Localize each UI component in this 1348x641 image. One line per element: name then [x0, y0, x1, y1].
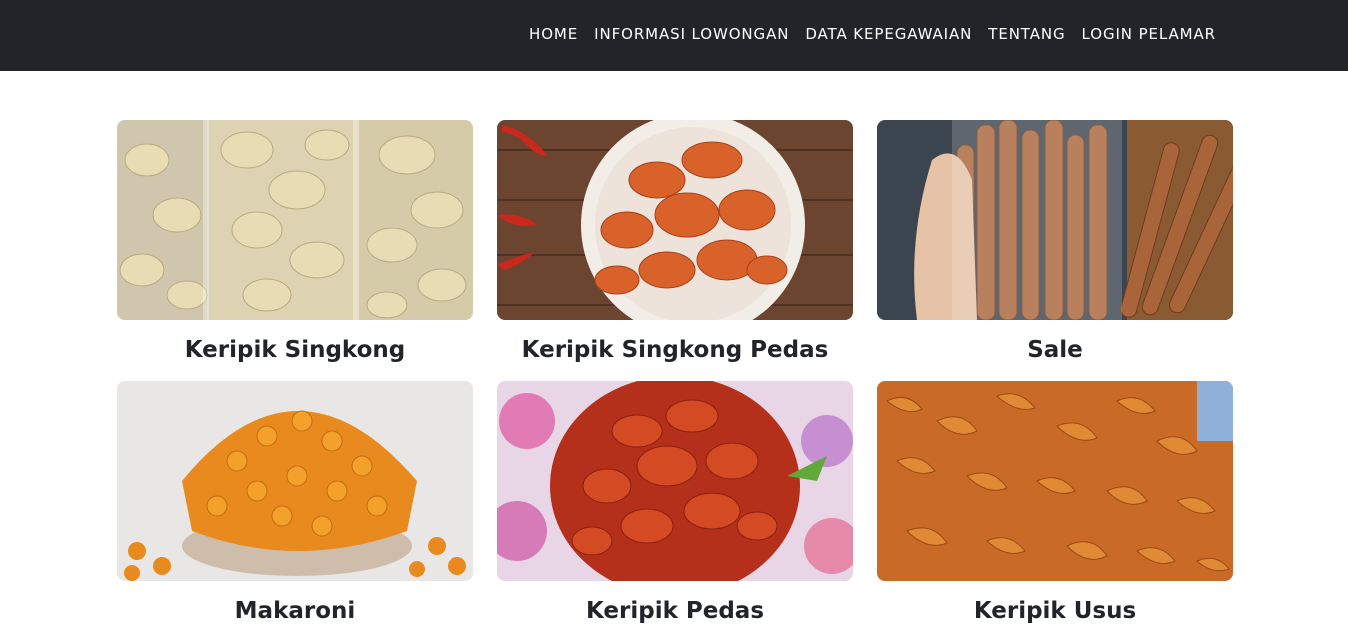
top-navbar: HOME INFORMASI LOWONGAN DATA KEPEGAWAIAN…: [0, 0, 1348, 71]
product-title: Keripik Singkong: [184, 337, 406, 363]
nav-menu: HOME INFORMASI LOWONGAN DATA KEPEGAWAIAN…: [521, 24, 1224, 44]
product-card[interactable]: Keripik Usus: [877, 381, 1233, 627]
product-title: Keripik Singkong Pedas: [521, 337, 829, 363]
product-card[interactable]: Keripik Singkong: [117, 120, 473, 366]
product-title: Sale: [1027, 337, 1083, 363]
nav-link-login-pelamar[interactable]: LOGIN PELAMAR: [1074, 24, 1224, 44]
product-title: Keripik Pedas: [585, 598, 765, 624]
product-image-keripik-singkong[interactable]: [117, 120, 473, 320]
product-image-keripik-pedas[interactable]: [497, 381, 853, 581]
product-card[interactable]: Keripik Pedas: [497, 381, 853, 627]
product-card[interactable]: Keripik Singkong Pedas: [497, 120, 853, 366]
product-image-keripik-usus[interactable]: [877, 381, 1233, 581]
product-image-sale[interactable]: [877, 120, 1233, 320]
product-title: Keripik Usus: [973, 598, 1137, 624]
product-card[interactable]: Sale: [877, 120, 1233, 366]
product-title: Makaroni: [234, 598, 356, 624]
nav-link-informasi-lowongan[interactable]: INFORMASI LOWONGAN: [586, 24, 797, 44]
nav-link-tentang[interactable]: TENTANG: [980, 24, 1073, 44]
nav-link-data-kepegawaian[interactable]: DATA KEPEGAWAIAN: [797, 24, 980, 44]
product-image-keripik-singkong-pedas[interactable]: [497, 120, 853, 320]
product-image-makaroni[interactable]: [117, 381, 473, 581]
nav-link-home[interactable]: HOME: [521, 24, 586, 44]
product-card[interactable]: Makaroni: [117, 381, 473, 627]
